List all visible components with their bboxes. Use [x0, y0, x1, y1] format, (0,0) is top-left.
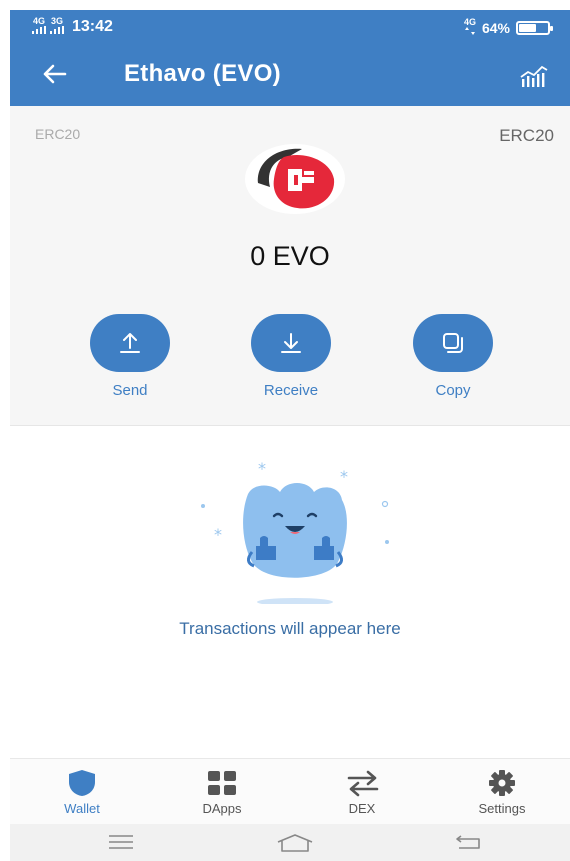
market-chart-icon[interactable] — [520, 64, 548, 88]
status-right: 4G 64% — [464, 18, 553, 37]
arrow-left-icon[interactable] — [40, 60, 68, 88]
system-nav-bar — [10, 824, 570, 861]
token-standard-left: ERC20 — [35, 126, 81, 142]
happy-mascot-thumbs-up: * * * — [201, 459, 389, 604]
svg-text:*: * — [340, 467, 348, 486]
nav-dapps[interactable]: DApps — [152, 759, 292, 825]
gear-icon — [489, 770, 515, 796]
nav-dex[interactable]: DEX — [292, 759, 432, 825]
shield-icon — [69, 770, 95, 796]
upload-arrow-icon — [120, 333, 140, 353]
network-indicator-2: 3G — [50, 17, 64, 36]
nav-settings[interactable]: Settings — [432, 759, 570, 825]
battery-percent: 64% — [481, 19, 510, 36]
bottom-nav: Wallet DApps DEX Settings — [10, 758, 570, 824]
device-screen: 4G 3G 13:42 4G 64% Ethavo (EVO) ERC20 ER… — [10, 10, 570, 861]
status-bar: 4G 3G 13:42 4G 64% — [10, 10, 570, 44]
network2-label: 3G — [50, 16, 63, 26]
token-standard-right: ERC20 — [499, 126, 554, 145]
send-circle[interactable] — [90, 314, 170, 372]
svg-text:*: * — [214, 525, 222, 544]
back-icon[interactable] — [455, 834, 483, 850]
copy-button[interactable]: Copy — [393, 314, 513, 399]
download-arrow-icon — [281, 333, 301, 353]
swap-arrows-icon — [347, 770, 379, 797]
status-left: 4G 3G 13:42 — [32, 17, 113, 36]
app-bar: Ethavo (EVO) — [10, 44, 570, 106]
signal-icon — [50, 26, 64, 34]
copy-label: Copy — [435, 382, 471, 399]
nav-dapps-label: DApps — [202, 801, 242, 816]
receive-label: Receive — [263, 382, 319, 399]
page-title: Ethavo (EVO) — [124, 60, 281, 87]
network1-label: 4G — [32, 16, 45, 26]
copy-circle[interactable] — [413, 314, 493, 372]
nav-wallet[interactable]: Wallet — [12, 759, 152, 825]
network-right-label: 4G — [463, 17, 476, 27]
home-icon[interactable] — [276, 834, 314, 852]
battery-fill — [519, 23, 537, 32]
send-button[interactable]: Send — [70, 314, 190, 399]
network-indicator-1: 4G — [32, 17, 46, 36]
status-time: 13:42 — [72, 17, 113, 35]
receive-circle[interactable] — [251, 314, 331, 372]
send-label: Send — [112, 382, 148, 399]
copy-icon — [443, 333, 463, 353]
grid-icon — [208, 771, 236, 795]
menu-icon[interactable] — [108, 834, 134, 850]
svg-text:*: * — [258, 459, 266, 478]
network-indicator-right: 4G — [464, 18, 476, 37]
nav-wallet-label: Wallet — [64, 801, 100, 816]
nav-settings-label: Settings — [478, 801, 526, 816]
signal-icon — [32, 26, 46, 34]
token-balance: 0 EVO — [250, 241, 330, 271]
receive-button[interactable]: Receive — [231, 314, 351, 399]
empty-state-message: Transactions will appear here — [179, 619, 401, 638]
data-arrows-icon — [464, 27, 475, 35]
token-header-card: ERC20 ERC20 0 EVO Send Receive Copy — [10, 106, 570, 426]
ethavo-logo — [245, 144, 345, 214]
nav-dex-label: DEX — [348, 801, 376, 816]
battery-icon — [516, 20, 553, 35]
